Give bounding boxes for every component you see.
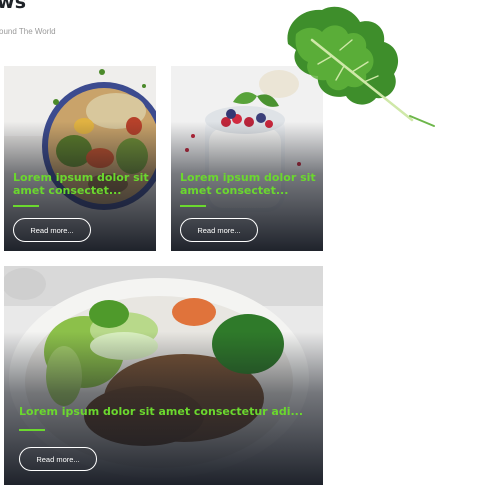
title-underline [13, 205, 39, 207]
kale-leaf-icon [282, 4, 438, 128]
title-underline [180, 205, 206, 207]
read-more-button[interactable]: Read more... [13, 218, 91, 242]
title-underline [19, 429, 45, 431]
card-title[interactable]: Lorem ipsum dolor sit amet consectet... [13, 171, 151, 198]
read-more-button[interactable]: Read more... [180, 218, 258, 242]
card-title[interactable]: Lorem ipsum dolor sit amet consectet... [180, 171, 318, 198]
read-more-button[interactable]: Read more... [19, 447, 97, 471]
news-card-1[interactable]: Lorem ipsum dolor sit amet consectet... … [4, 66, 156, 251]
section-heading: ws [0, 0, 27, 13]
card-title[interactable]: Lorem ipsum dolor sit amet consectetur a… [19, 405, 314, 418]
section-subheading: ound The World [0, 27, 56, 36]
news-card-3[interactable]: Lorem ipsum dolor sit amet consectetur a… [4, 266, 323, 485]
